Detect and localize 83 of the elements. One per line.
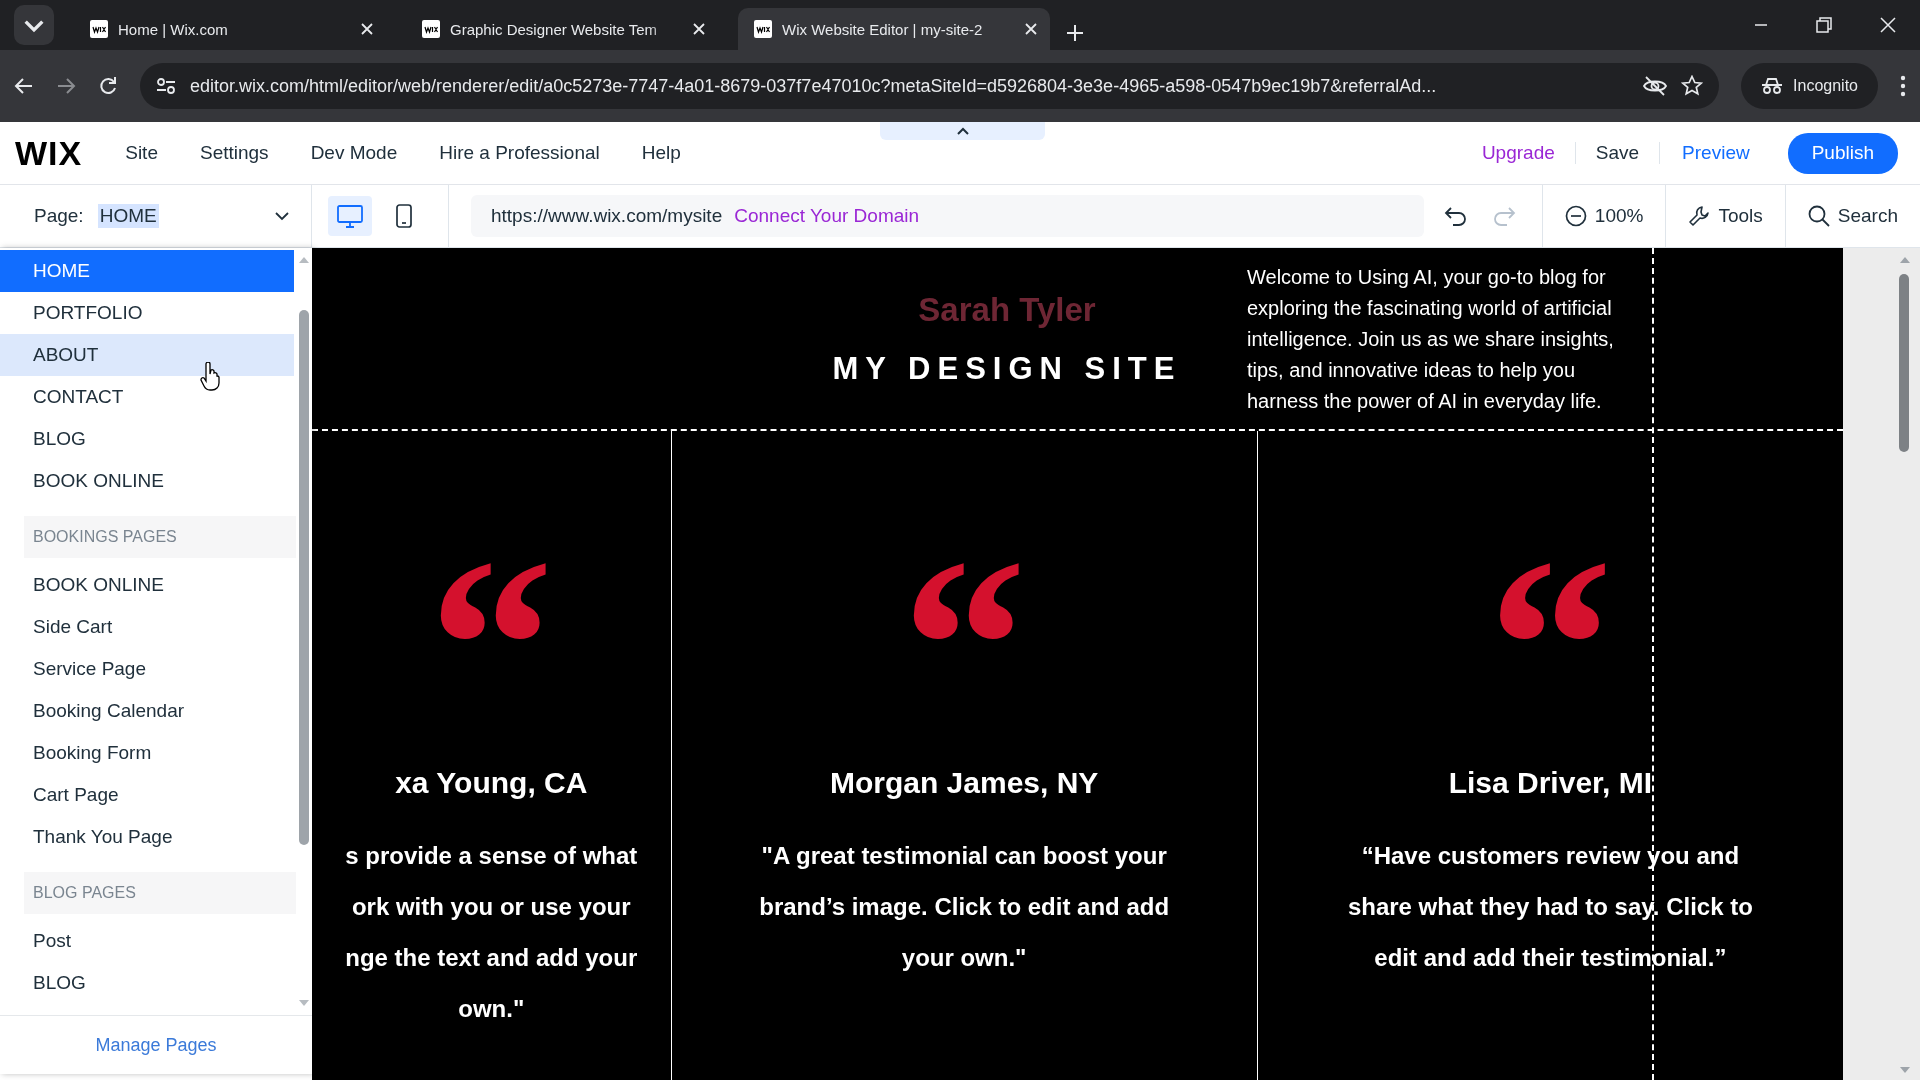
- eye-off-icon[interactable]: [1643, 76, 1668, 96]
- browser-tab[interactable]: Wix Website Editor | my-site-2: [738, 8, 1050, 50]
- site-owner-name: Sarah Tyler: [918, 290, 1096, 329]
- page-item[interactable]: BOOK ONLINE: [0, 564, 294, 606]
- site-url: https://www.wix.com/mysite: [491, 205, 723, 227]
- close-icon[interactable]: [1880, 17, 1896, 33]
- reload-icon[interactable]: [98, 76, 118, 96]
- hand-cursor-icon: [200, 362, 220, 392]
- zoom-button[interactable]: 100%: [1541, 185, 1666, 247]
- site-title: MY DESIGN SITE: [832, 350, 1182, 387]
- site-settings-icon[interactable]: [156, 77, 176, 95]
- wrench-icon: [1688, 205, 1711, 227]
- testimonial-quote: s provide a sense of what ork with you or use your nge the text and add your own.": [345, 841, 638, 1024]
- page-item[interactable]: Booking Calendar: [0, 690, 294, 732]
- address-bar[interactable]: editor.wix.com/html/editor/web/renderer/edit/a0c5273e-7747-4a01-8679-037f7e47010c?metaSiteId=d5926804-3e3e-4965-a598-0547b9ec19b7&referralAd...: [140, 63, 1720, 109]
- tab-list-icon[interactable]: [14, 5, 54, 45]
- forward-icon[interactable]: [56, 76, 76, 96]
- scrollbar-thumb[interactable]: [1899, 274, 1909, 452]
- page-dropdown[interactable]: HOME: [97, 204, 289, 228]
- page-item[interactable]: CONTACT: [0, 376, 294, 418]
- device-toggle[interactable]: [328, 196, 372, 236]
- page-label: Page:: [34, 205, 84, 227]
- testimonial-quote: "A great testimonial can boost your brand’s image. Click to edit and add your own.": [759, 841, 1170, 973]
- page-item[interactable]: Post: [0, 920, 294, 962]
- more-menu-icon[interactable]: [1900, 75, 1906, 97]
- upgrade-link[interactable]: Upgrade: [1461, 142, 1576, 164]
- tools-button[interactable]: Tools: [1665, 185, 1785, 247]
- menu-item[interactable]: Hire a Professional: [418, 142, 621, 164]
- intro-paragraph: Welcome to Using AI, your go-to blog for exploring the fascinating world of artificial intelligence. Join us as we share insights, tips, and innovative ideas to help you harness the power of AI in everyday life.: [1247, 265, 1614, 414]
- page-item[interactable]: PORTFOLIO: [0, 292, 294, 334]
- chevron-down-icon: [275, 211, 289, 221]
- browser-tab[interactable]: Home | Wix.com: [74, 8, 386, 50]
- caret-icon: [956, 127, 969, 135]
- bookmark-star-icon[interactable]: [1681, 75, 1704, 97]
- quote-mark: “: [1487, 556, 1613, 706]
- close-icon[interactable]: [692, 22, 706, 36]
- site-favicon-icon: [422, 20, 440, 38]
- incognito-icon: [1761, 77, 1784, 95]
- quote-mark: “: [428, 556, 554, 706]
- back-icon[interactable]: [14, 76, 34, 96]
- connect-domain-link[interactable]: Connect Your Domain: [734, 205, 920, 227]
- testimonial-name: Lisa Driver, MI: [1448, 766, 1653, 800]
- search-icon: [1807, 205, 1830, 227]
- publish-button[interactable]: Publish: [1787, 132, 1898, 174]
- page-item[interactable]: ABOUT: [0, 334, 294, 376]
- page-item[interactable]: Side Cart: [0, 606, 294, 648]
- scrollbar-thumb[interactable]: [299, 310, 309, 845]
- page-item[interactable]: Cart Page: [0, 774, 294, 816]
- page-item[interactable]: BLOG: [0, 962, 294, 1004]
- save-button[interactable]: Save: [1575, 142, 1660, 164]
- restore-icon[interactable]: [1816, 17, 1832, 33]
- page-item[interactable]: Thank You Page: [0, 816, 294, 858]
- close-icon[interactable]: [360, 22, 374, 36]
- search-button[interactable]: Search: [1784, 185, 1920, 247]
- site-favicon-icon: [90, 20, 108, 38]
- wix-logo[interactable]: WIX: [15, 133, 83, 173]
- testimonial-quote: “Have customers review you and share what they had to say. Click to edit and add their testimonial.”: [1347, 841, 1753, 973]
- undo-icon[interactable]: [1443, 206, 1468, 226]
- close-icon[interactable]: [1024, 22, 1038, 36]
- page-item[interactable]: Service Page: [0, 648, 294, 690]
- page-item[interactable]: Booking Form: [0, 732, 294, 774]
- testimonial-name: Morgan James, NY: [829, 766, 1099, 800]
- menu-item[interactable]: Dev Mode: [289, 142, 419, 164]
- quote-mark: “: [901, 556, 1027, 706]
- mobile-icon: [396, 204, 412, 228]
- section-heading: BOOKINGS PAGES: [33, 528, 177, 546]
- incognito-button[interactable]: Incognito: [1741, 63, 1878, 109]
- page-item[interactable]: BLOG: [0, 418, 294, 460]
- collapse-handle[interactable]: [880, 122, 1045, 140]
- page-item[interactable]: HOME: [0, 250, 294, 292]
- site-favicon-icon: [754, 20, 772, 38]
- new-tab-icon[interactable]: [1066, 24, 1084, 42]
- testimonial-name: xa Young, CA: [395, 766, 588, 800]
- menu-item[interactable]: Settings: [178, 142, 290, 164]
- menu-item[interactable]: Help: [620, 142, 702, 164]
- page-item[interactable]: BOOK ONLINE: [0, 460, 294, 502]
- zoom-out-icon: [1564, 205, 1587, 227]
- section-heading: BLOG PAGES: [33, 884, 136, 902]
- menu-item[interactable]: Site: [104, 142, 179, 164]
- preview-button[interactable]: Preview: [1659, 142, 1770, 164]
- desktop-icon: [337, 204, 363, 228]
- manage-pages-link[interactable]: Manage Pages: [95, 1034, 217, 1056]
- browser-tab[interactable]: Graphic Designer Website Tem: [406, 8, 718, 50]
